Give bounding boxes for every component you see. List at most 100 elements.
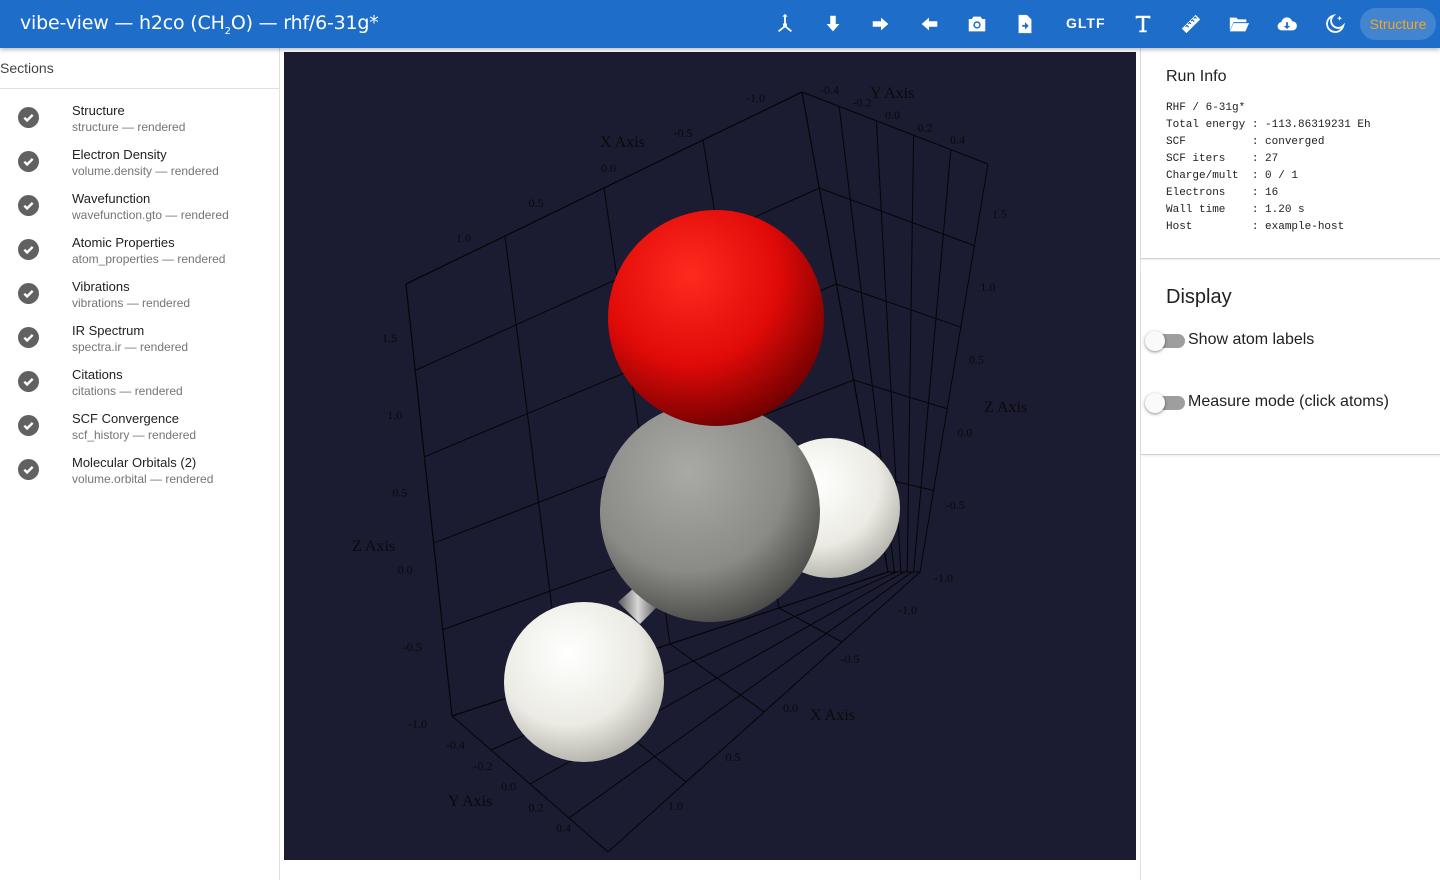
section-item[interactable]: Molecular Orbitals (2) volume.orbital — r… xyxy=(0,450,279,494)
view-left-button[interactable] xyxy=(913,8,945,40)
title-suffix: O) — rhf/6-31g* xyxy=(230,12,379,34)
section-subtitle: volume.density — rendered xyxy=(72,164,219,178)
atom-o[interactable] xyxy=(608,210,824,426)
grid-line xyxy=(801,91,989,165)
run-info-line: SCF iters : 27 xyxy=(1166,153,1279,165)
section-title: Vibrations xyxy=(72,279,130,294)
grid-line xyxy=(819,187,975,247)
structure-chip[interactable]: Structure xyxy=(1360,8,1436,40)
folder-open-icon xyxy=(1229,17,1250,32)
section-subtitle: atom_properties — rendered xyxy=(72,252,226,266)
sidebar-heading: Sections xyxy=(0,48,279,89)
y-tick-back: -0.2 xyxy=(853,96,872,110)
atom-c[interactable] xyxy=(600,402,820,622)
arrow-down-icon xyxy=(826,15,840,32)
theme-toggle-button[interactable] xyxy=(1319,8,1351,40)
check-circle-icon xyxy=(18,327,39,348)
z-axis-title-left: Z Axis xyxy=(352,538,395,555)
text-button[interactable] xyxy=(1127,8,1159,40)
run-info-line: Total energy : -113.86319231 Eh xyxy=(1166,119,1371,131)
y-tick-back: 0.0 xyxy=(885,108,900,122)
x-tick-front: 0.0 xyxy=(783,701,798,715)
z-tick-left: -1.0 xyxy=(408,717,427,731)
x-axis-title-back: X Axis xyxy=(600,134,645,151)
toggle-knob[interactable] xyxy=(1145,331,1165,351)
section-subtitle: citations — rendered xyxy=(72,384,183,398)
right-panel: Run Info RHF / 6-31g* Total energy : -113… xyxy=(1140,48,1440,880)
section-subtitle: scf_history — rendered xyxy=(72,428,197,442)
x-tick-front: -0.5 xyxy=(841,652,860,666)
check-circle-icon xyxy=(18,239,39,260)
run-info-line: Charge/mult : 0 / 1 xyxy=(1166,170,1299,182)
run-info-line: Wall time : 1.20 s xyxy=(1166,204,1305,216)
check-circle-icon xyxy=(18,195,39,216)
section-item[interactable]: Electron Density volume.density — rendere… xyxy=(0,142,279,186)
axes-button[interactable] xyxy=(769,8,801,40)
x-tick-back: -0.5 xyxy=(674,126,693,140)
app-bar: vibe-view — h2co (CH2O) — rhf/6-31g* GLT… xyxy=(0,0,1440,48)
molecule[interactable] xyxy=(504,210,900,762)
section-title: Wavefunction xyxy=(72,191,151,206)
gltf-export-button[interactable]: GLTF xyxy=(1066,15,1106,31)
export-file-button[interactable] xyxy=(1009,8,1041,40)
measure-mode-toggle[interactable]: Measure mode (click atoms) xyxy=(1145,388,1435,414)
view-down-button[interactable] xyxy=(817,8,849,40)
display-title: Display xyxy=(1166,286,1232,308)
export-file-icon xyxy=(1018,14,1032,34)
section-item[interactable]: Structure structure — rendered xyxy=(0,98,279,142)
scene-canvas[interactable]: 1.0 0.5 0.0 -0.5 -1.0 -0.4 -0.2 0.0 0.2 0.4 1.5 1.0… xyxy=(284,52,1136,860)
x-tick-front: 0.5 xyxy=(726,750,741,764)
z-tick-right: 0.0 xyxy=(957,425,972,439)
run-info-line: Electrons : 16 xyxy=(1166,187,1279,199)
y-tick-back: -0.4 xyxy=(820,83,839,97)
section-title: Structure xyxy=(72,103,125,118)
title-prefix: vibe-view — h2co (CH xyxy=(20,12,225,34)
x-axis-title-front: X Axis xyxy=(810,707,855,724)
atom-h-1[interactable] xyxy=(504,602,664,762)
camera-icon xyxy=(968,16,986,32)
y-tick-front: 0.2 xyxy=(529,800,544,814)
z-tick-right: -0.5 xyxy=(946,498,965,512)
theme-toggle-icon xyxy=(1326,13,1346,33)
toggle-label: Measure mode (click atoms) xyxy=(1188,393,1389,410)
x-tick-front: 1.0 xyxy=(668,799,683,813)
section-item[interactable]: Wavefunction wavefunction.gto — rendered xyxy=(0,186,279,230)
section-item[interactable]: IR Spectrum spectra.ir — rendered xyxy=(0,318,279,362)
ruler-icon xyxy=(1181,14,1201,34)
grid-line xyxy=(853,379,948,410)
screenshot-button[interactable] xyxy=(961,8,993,40)
z-axis-title-right: Z Axis xyxy=(984,399,1027,416)
open-folder-button[interactable] xyxy=(1223,8,1255,40)
section-title: Molecular Orbitals (2) xyxy=(72,455,197,470)
grid-line xyxy=(906,135,915,573)
section-title: Citations xyxy=(72,367,123,382)
z-tick-left: 0.0 xyxy=(398,563,413,577)
view-right-button[interactable] xyxy=(865,8,897,40)
run-info-details: RHF / 6-31g* Total energy : -113.86319231… xyxy=(1166,100,1371,236)
section-item[interactable]: Citations citations — rendered xyxy=(0,362,279,406)
section-item[interactable]: Atomic Properties atom_properties — rende… xyxy=(0,230,279,274)
x-tick-back: 0.0 xyxy=(601,161,616,175)
section-subtitle: volume.orbital — rendered xyxy=(72,472,214,486)
check-circle-icon xyxy=(18,415,39,436)
molecule-viewer[interactable]: 1.0 0.5 0.0 -0.5 -1.0 -0.4 -0.2 0.0 0.2 0.4 1.5 1.0… xyxy=(284,52,1136,860)
y-tick-front: 0.0 xyxy=(501,780,516,794)
run-info-line: SCF : converged xyxy=(1166,136,1325,148)
z-tick-left: -0.5 xyxy=(403,640,422,654)
run-info-card: Run Info RHF / 6-31g* Total energy : -113… xyxy=(1141,48,1440,259)
measure-button[interactable] xyxy=(1175,8,1207,40)
section-item[interactable]: Vibrations vibrations — rendered xyxy=(0,274,279,318)
z-tick-right: -1.0 xyxy=(934,571,953,585)
section-item[interactable]: SCF Convergence scf_history — rendered xyxy=(0,406,279,450)
display-card: Display Show atom labels Measure mode (c… xyxy=(1141,270,1440,455)
cloud-download-button[interactable] xyxy=(1271,8,1303,40)
check-circle-icon xyxy=(18,459,39,480)
toggle-knob[interactable] xyxy=(1145,393,1165,413)
y-tick-front: -0.2 xyxy=(474,759,493,773)
show-atom-labels-toggle[interactable]: Show atom labels xyxy=(1145,326,1435,352)
axes-icon xyxy=(778,13,792,32)
arrow-right-icon xyxy=(872,17,889,31)
z-tick-right: 0.5 xyxy=(969,353,984,367)
run-info-title: Run Info xyxy=(1166,68,1227,85)
y-tick-front: 0.4 xyxy=(556,821,571,835)
